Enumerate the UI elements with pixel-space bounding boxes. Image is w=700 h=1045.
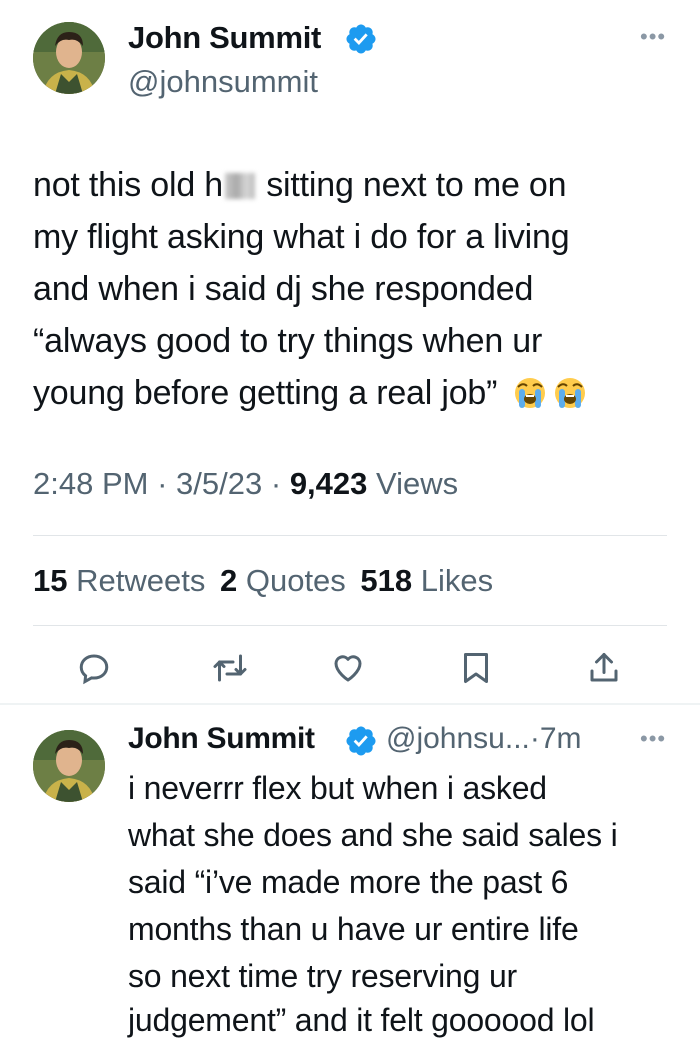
reply-text-line: said “i’ve made more the past 6 — [128, 864, 569, 900]
tweet-separator — [0, 703, 700, 705]
tweet-date[interactable]: 3/5/23 — [176, 466, 262, 501]
tweet-time[interactable]: 2:48 PM — [33, 466, 148, 501]
reply-text-line: so next time try reserving ur — [128, 958, 517, 994]
reply-author-handle[interactable]: @johnsu...·7m — [386, 722, 582, 756]
more-horizontal-icon[interactable]: ••• — [640, 728, 666, 750]
share-icon[interactable] — [586, 650, 622, 686]
reply-age: 7m — [539, 722, 582, 755]
reply-text-line: what she does and she said sales i — [128, 817, 618, 853]
like-icon[interactable] — [330, 650, 366, 686]
verified-badge-icon — [344, 22, 378, 56]
tweet-text-line: “always good to try things when ur — [33, 322, 543, 360]
tweet-text-line: young before getting a real job” — [33, 374, 587, 413]
reply-icon[interactable] — [76, 650, 112, 686]
views-label: Views — [376, 466, 459, 501]
reply-text-line: months than u have ur entire life — [128, 911, 579, 947]
likes-stat[interactable]: 518 Likes — [360, 563, 493, 598]
tweet-stats: 15 Retweets 2 Quotes 518 Likes — [33, 563, 493, 599]
divider — [33, 535, 667, 536]
censor-blur — [225, 173, 255, 199]
tweet-text-line: my flight asking what i do for a living — [33, 218, 570, 256]
retweet-icon[interactable] — [212, 650, 248, 686]
verified-badge-icon — [344, 724, 378, 758]
tweet-meta: 2:48 PM · 3/5/23 · 9,423 Views — [33, 466, 459, 501]
reply-text-line: judgement” and it felt goooood lol — [128, 1002, 595, 1038]
divider — [33, 625, 667, 626]
views-count: 9,423 — [289, 466, 368, 501]
tweet-text-line: not this old h sitting next to me on — [33, 166, 567, 204]
retweets-stat[interactable]: 15 Retweets — [33, 563, 205, 598]
loudly-crying-face-icon — [553, 376, 587, 410]
author-name[interactable]: John Summit — [128, 20, 321, 56]
reply-author-avatar[interactable] — [33, 730, 105, 802]
author-handle[interactable]: @johnsummit — [128, 64, 318, 100]
author-avatar[interactable] — [33, 22, 105, 94]
tweet-text-line: and when i said dj she responded — [33, 270, 534, 308]
bookmark-icon[interactable] — [458, 650, 494, 686]
loudly-crying-face-icon — [513, 376, 547, 410]
more-horizontal-icon[interactable]: ••• — [640, 26, 666, 48]
reply-author-name[interactable]: John Summit — [128, 722, 315, 756]
quotes-stat[interactable]: 2 Quotes — [220, 563, 346, 598]
reply-text-line: i neverrr flex but when i asked — [128, 770, 547, 806]
